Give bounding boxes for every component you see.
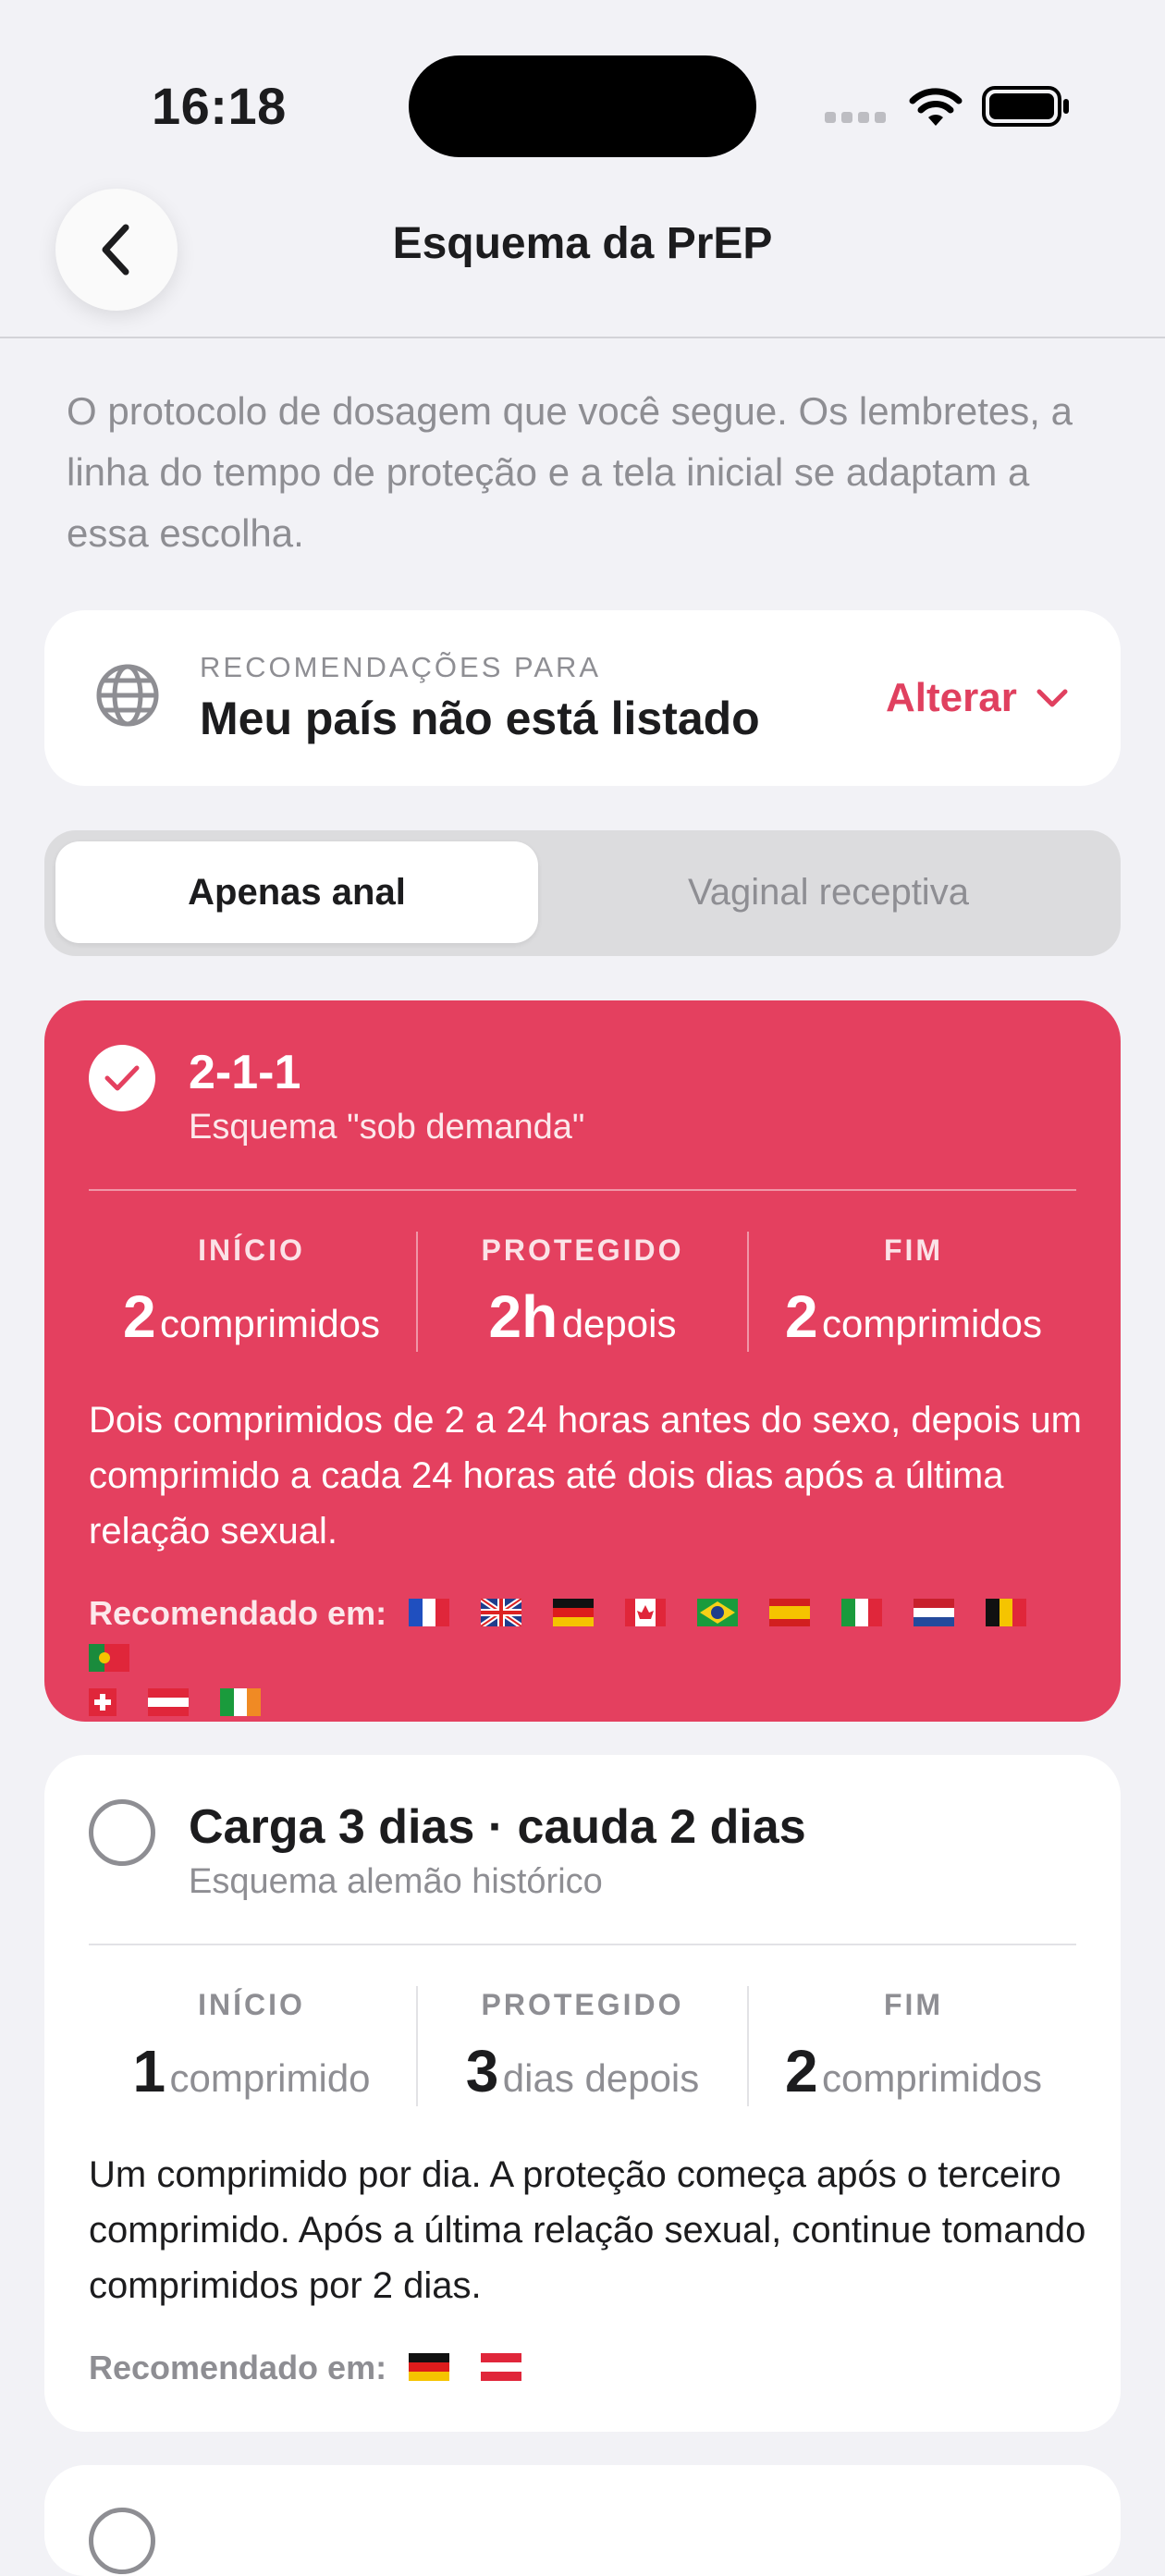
protected-column: PROTEGIDO 2h depois xyxy=(418,1233,747,1351)
regimen-subtitle: Esquema alemão histórico xyxy=(189,1862,603,1901)
change-country-label: Alterar xyxy=(886,675,1017,720)
status-time: 16:18 xyxy=(152,77,287,135)
regimen-subtitle: Esquema "sob demanda" xyxy=(189,1108,585,1147)
start-column: INÍCIO 1 comprimido xyxy=(87,1988,416,2105)
battery-icon xyxy=(982,85,1071,132)
unselected-radio-icon xyxy=(89,2508,155,2574)
end-label: FIM xyxy=(883,1233,944,1267)
regimen-card-next[interactable] xyxy=(44,2465,1121,2576)
flag-ch-icon xyxy=(89,1684,116,1726)
end-column: FIM 2 comprimidos xyxy=(749,1988,1078,2105)
flag-es-icon xyxy=(769,1594,811,1637)
unselected-radio-icon xyxy=(89,1799,155,1866)
flag-be-icon xyxy=(986,1594,1027,1637)
protected-unit: dias depois xyxy=(502,2056,700,2100)
end-column: FIM 2 comprimidos xyxy=(749,1233,1078,1351)
end-number: 2 xyxy=(784,1283,818,1350)
recommended-label: Recomendado em: xyxy=(89,1594,387,1632)
protected-column: PROTEGIDO 3 dias depois xyxy=(418,1988,747,2105)
protected-number: 3 xyxy=(465,2038,499,2104)
end-unit: comprimidos xyxy=(821,2056,1043,2100)
nav-divider xyxy=(0,337,1165,338)
protected-number: 2h xyxy=(488,1283,558,1350)
start-number: 1 xyxy=(132,2038,166,2104)
dynamic-island xyxy=(409,55,756,157)
end-unit: comprimidos xyxy=(821,1302,1043,1345)
protected-label: PROTEGIDO xyxy=(481,1233,684,1267)
end-number: 2 xyxy=(784,2038,818,2104)
page-title: Esquema da PrEP xyxy=(392,219,773,268)
regimen-description: Dois comprimidos de 2 a 24 horas antes d… xyxy=(89,1400,1082,1552)
flag-br-icon xyxy=(697,1594,739,1637)
flag-ie-icon xyxy=(220,1684,262,1726)
flag-it-icon xyxy=(841,1594,883,1637)
recommended-row: Recomendado em: xyxy=(89,1592,1087,1726)
selected-check-icon xyxy=(89,1045,155,1111)
protected-label: PROTEGIDO xyxy=(481,1988,684,2021)
tab-receptive-vaginal[interactable]: Vaginal receptiva xyxy=(547,841,1110,943)
flag-de-icon xyxy=(409,2349,450,2391)
flag-pt-icon xyxy=(89,1639,129,1682)
flag-ca-icon xyxy=(625,1594,667,1637)
flag-at-icon xyxy=(481,2349,522,2391)
change-country-button[interactable]: Alterar xyxy=(886,675,1069,721)
wifi-icon xyxy=(906,85,965,134)
divider xyxy=(89,1189,1076,1191)
recommended-row: Recomendado em: xyxy=(89,2347,544,2391)
protected-unit: depois xyxy=(561,1302,677,1345)
divider xyxy=(89,1944,1076,1945)
regimen-title: Carga 3 dias · cauda 2 dias xyxy=(189,1800,806,1854)
end-label: FIM xyxy=(883,1988,944,2021)
intro-text: O protocolo de dosagem que você segue. O… xyxy=(67,389,1073,555)
flag-nl-icon xyxy=(914,1594,955,1637)
start-label: INÍCIO xyxy=(198,1233,305,1267)
cellular-signal-icon xyxy=(825,111,891,123)
flag-de-icon xyxy=(553,1594,595,1637)
regimen-title: 2-1-1 xyxy=(189,1046,301,1099)
flag-fr-icon xyxy=(409,1594,450,1637)
country-section-label: RECOMENDAÇÕES PARA xyxy=(200,651,602,683)
tab-anal-only[interactable]: Apenas anal xyxy=(55,841,538,943)
flag-gb-icon xyxy=(479,1594,523,1637)
flag-at-icon xyxy=(148,1684,190,1726)
start-unit: comprimidos xyxy=(159,1302,381,1345)
regimen-description: Um comprimido por dia. A proteção começa… xyxy=(89,2154,1086,2306)
start-unit: comprimido xyxy=(169,2056,371,2100)
globe-icon xyxy=(94,662,161,733)
start-number: 2 xyxy=(122,1283,156,1350)
chevron-down-icon xyxy=(1036,689,1068,707)
recommended-label: Recomendado em: xyxy=(89,2349,387,2386)
start-column: INÍCIO 2 comprimidos xyxy=(87,1233,416,1351)
selected-country: Meu país não está listado xyxy=(200,693,760,744)
start-label: INÍCIO xyxy=(198,1988,305,2021)
